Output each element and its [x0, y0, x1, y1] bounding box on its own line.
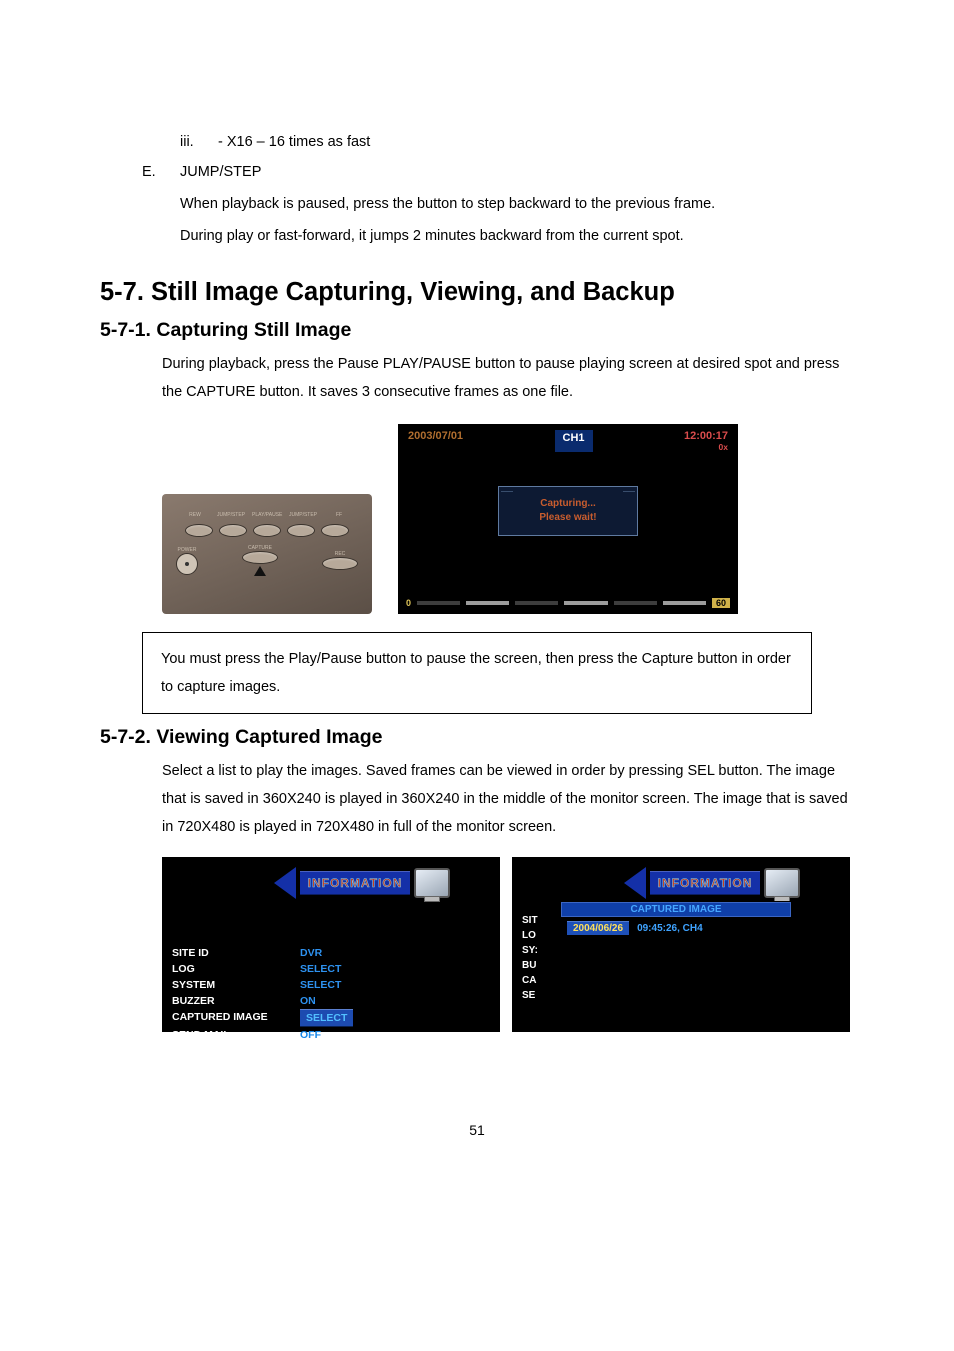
- banner-arrow-icon: [274, 867, 296, 899]
- info-banner-right: INFORMATION: [584, 867, 840, 899]
- info-row-log[interactable]: LOG SELECT: [172, 961, 490, 977]
- remote-panel: REW JUMP/STEP PLAY/PAUSE JUMP/STEP FF PO…: [162, 494, 372, 614]
- monitor-icon: [414, 868, 450, 898]
- capture-start: 0: [406, 598, 411, 608]
- label-jump2: JUMP/STEP: [288, 512, 318, 518]
- list-marker: iii.: [180, 130, 200, 154]
- capture-time: 12:00:17 0x: [684, 430, 728, 452]
- arrow-up-icon: [254, 566, 266, 576]
- capture-time-val: 12:00:17: [684, 430, 728, 442]
- list-title-E: JUMP/STEP: [180, 160, 261, 184]
- label-capture: CAPTURE: [222, 545, 298, 551]
- trunc-lo: LO: [522, 928, 538, 943]
- remote-button-row: [185, 524, 349, 537]
- info-row-captured-image[interactable]: CAPTURED IMAGE SELECT: [172, 1009, 490, 1027]
- power-button[interactable]: [176, 553, 198, 575]
- info-row-send-mail[interactable]: SEND MAIL OFF: [172, 1027, 490, 1043]
- label-rew: REW: [180, 512, 210, 518]
- capture-screenshot: 2003/07/01 CH1 12:00:17 0x ———— Capturin…: [398, 424, 738, 614]
- list-text-iii: - X16 – 16 times as fast: [218, 130, 370, 154]
- label-ff: FF: [324, 512, 354, 518]
- figure-row-1: REW JUMP/STEP PLAY/PAUSE JUMP/STEP FF PO…: [162, 424, 854, 614]
- info-row-system[interactable]: SYSTEM SELECT: [172, 977, 490, 993]
- p-5-7-2: Select a list to play the images. Saved …: [162, 757, 854, 841]
- info-banner-left: INFORMATION: [234, 867, 490, 899]
- rec-button[interactable]: [322, 557, 358, 570]
- jump-fwd-button[interactable]: [287, 524, 315, 537]
- list-item-iii: iii. - X16 – 16 times as fast: [180, 130, 854, 154]
- capture-dialog-2: Please wait!: [499, 511, 637, 525]
- heading-5-7-1: 5-7-1. Capturing Still Image: [100, 319, 854, 342]
- play-pause-button[interactable]: [253, 524, 281, 537]
- label-rec: REC: [322, 551, 358, 557]
- val-sendmail: OFF: [300, 1027, 321, 1043]
- trunc-sy: SY:: [522, 943, 538, 958]
- banner-text-left: INFORMATION: [300, 871, 411, 895]
- ff-button[interactable]: [321, 524, 349, 537]
- capture-channel: CH1: [555, 430, 593, 452]
- list-item-E: E. JUMP/STEP: [142, 160, 854, 184]
- captured-overlay-date[interactable]: 2004/06/26: [567, 921, 629, 935]
- p-5-7-1: During playback, press the Pause PLAY/PA…: [162, 350, 854, 406]
- remote-bottom-row: POWER CAPTURE REC: [176, 545, 358, 576]
- val-site-id: DVR: [300, 945, 322, 961]
- list-marker-E: E.: [142, 160, 162, 184]
- banner-text-right: INFORMATION: [650, 871, 761, 895]
- capture-end: 60: [712, 598, 730, 608]
- heading-5-7-2: 5-7-2. Viewing Captured Image: [100, 726, 854, 749]
- info-list-right-truncated: SIT LO SY: BU CA SE: [522, 913, 538, 1003]
- banner-arrow-icon-2: [624, 867, 646, 899]
- info-row-buzzer[interactable]: BUZZER ON: [172, 993, 490, 1009]
- lbl-log: LOG: [172, 961, 292, 977]
- info-panel-right: INFORMATION SIT LO SY: BU CA SE CAPTURED…: [512, 857, 850, 1032]
- captured-overlay-title: CAPTURED IMAGE: [561, 902, 791, 917]
- capture-button[interactable]: [242, 551, 278, 564]
- trunc-ca: CA: [522, 973, 538, 988]
- val-buzzer: ON: [300, 993, 316, 1009]
- rew-button[interactable]: [185, 524, 213, 537]
- info-figure-row: INFORMATION SITE ID DVR LOG SELECT SYSTE…: [162, 857, 854, 1032]
- val-system: SELECT: [300, 977, 341, 993]
- captured-overlay-label: 09:45:26, CH4: [637, 923, 703, 934]
- capture-dialog: ———— Capturing... Please wait!: [498, 486, 638, 536]
- capture-date: 2003/07/01: [408, 430, 463, 452]
- lbl-system: SYSTEM: [172, 977, 292, 993]
- monitor-icon-2: [764, 868, 800, 898]
- remote-label-row: REW JUMP/STEP PLAY/PAUSE JUMP/STEP FF: [180, 512, 354, 518]
- val-log: SELECT: [300, 961, 341, 977]
- lbl-sendmail: SEND MAIL: [172, 1027, 292, 1043]
- lbl-buzzer: BUZZER: [172, 993, 292, 1009]
- info-list-left: SITE ID DVR LOG SELECT SYSTEM SELECT BUZ…: [172, 945, 490, 1043]
- label-playpause: PLAY/PAUSE: [252, 512, 282, 518]
- capture-speed: 0x: [684, 442, 728, 452]
- label-jump1: JUMP/STEP: [216, 512, 246, 518]
- val-captured: SELECT: [300, 1009, 353, 1027]
- lbl-captured: CAPTURED IMAGE: [172, 1009, 292, 1027]
- capture-topbar: 2003/07/01 CH1 12:00:17 0x: [398, 424, 738, 458]
- info-panel-left: INFORMATION SITE ID DVR LOG SELECT SYSTE…: [162, 857, 500, 1032]
- list-E-p1: When playback is paused, press the butto…: [180, 190, 854, 218]
- jump-back-button[interactable]: [219, 524, 247, 537]
- captured-image-overlay: CAPTURED IMAGE 2004/06/26 09:45:26, CH4: [560, 901, 792, 974]
- capture-dialog-1: Capturing...: [499, 497, 637, 511]
- capture-bottombar: 0 60: [398, 598, 738, 608]
- label-power: POWER: [176, 547, 198, 553]
- trunc-sit: SIT: [522, 913, 538, 928]
- page-number: 51: [100, 1122, 854, 1138]
- captured-overlay-body: 2004/06/26 09:45:26, CH4: [561, 917, 791, 973]
- note-box: You must press the Play/Pause button to …: [142, 632, 812, 714]
- trunc-bu: BU: [522, 958, 538, 973]
- lbl-site-id: SITE ID: [172, 945, 292, 961]
- list-E-p2: During play or fast-forward, it jumps 2 …: [180, 222, 854, 250]
- heading-5-7: 5-7. Still Image Capturing, Viewing, and…: [100, 278, 854, 307]
- info-row-site-id[interactable]: SITE ID DVR: [172, 945, 490, 961]
- trunc-se: SE: [522, 988, 538, 1003]
